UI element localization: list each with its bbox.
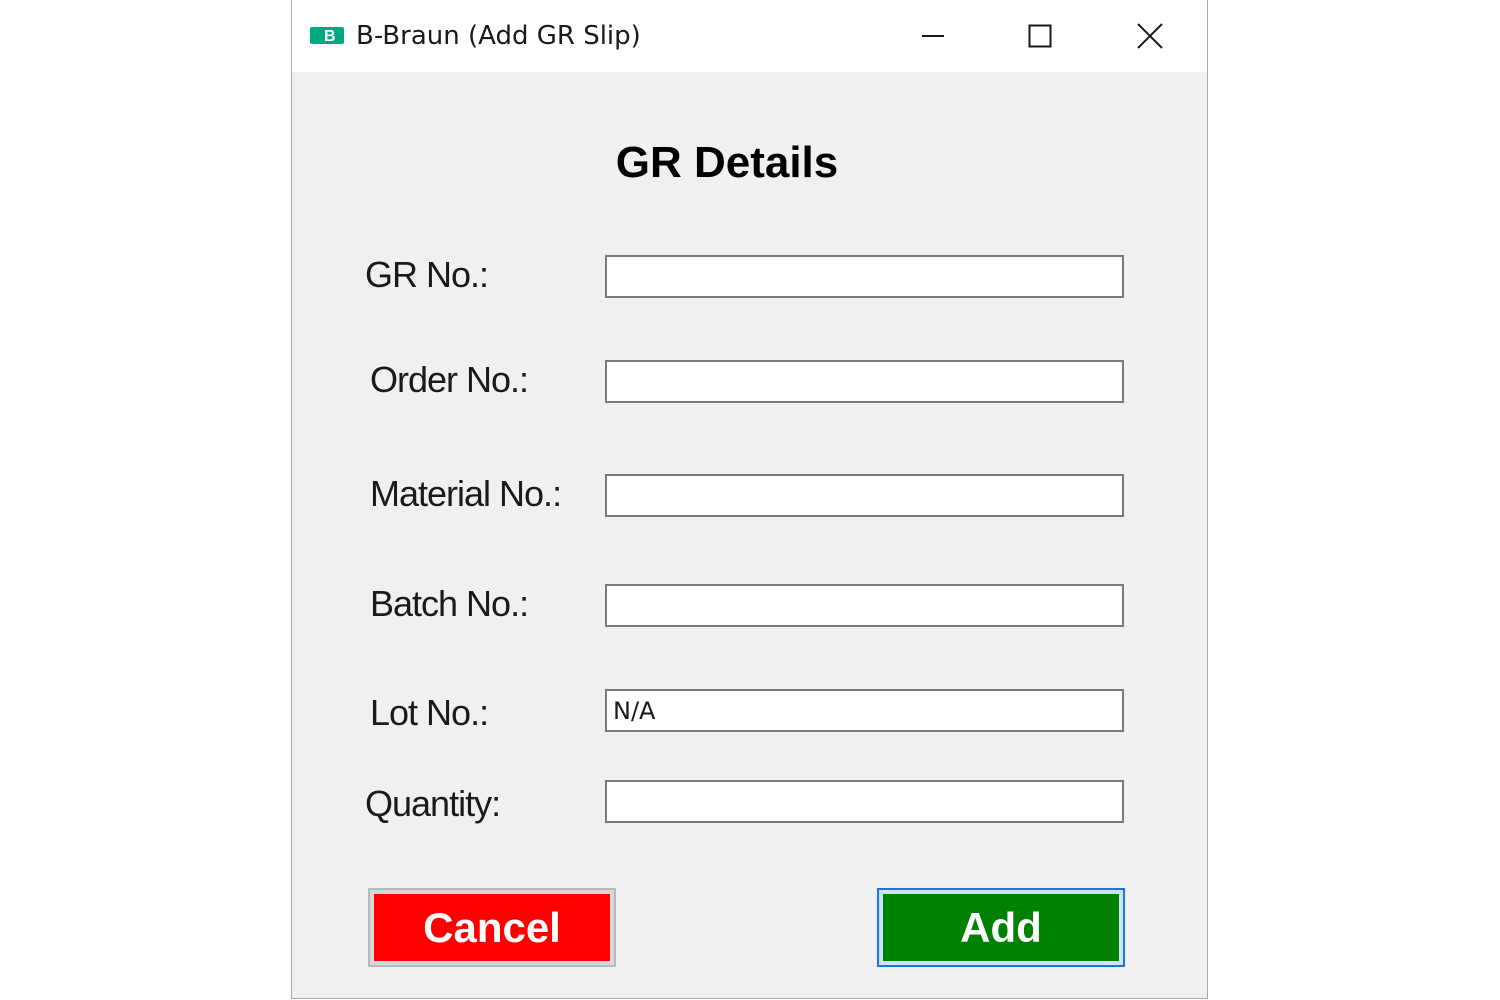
batch-no-label: Batch No.: xyxy=(370,583,529,624)
maximize-button[interactable] xyxy=(990,0,1090,72)
gr-no-label: GR No.: xyxy=(365,254,489,295)
window-title: B-Braun (Add GR Slip) xyxy=(356,21,641,51)
lot-no-field[interactable] xyxy=(605,689,1124,732)
gr-no-field[interactable] xyxy=(605,255,1124,298)
batch-no-field[interactable] xyxy=(605,584,1124,627)
quantity-field[interactable] xyxy=(605,780,1124,823)
maximize-icon xyxy=(1028,24,1052,48)
b-braun-logo-icon: B xyxy=(310,27,344,45)
close-icon xyxy=(1137,23,1163,49)
minimize-icon xyxy=(922,35,944,37)
order-no-label: Order No.: xyxy=(370,359,529,400)
material-no-field[interactable] xyxy=(605,474,1124,517)
cancel-button[interactable]: Cancel xyxy=(374,894,610,961)
material-no-label: Material No.: xyxy=(370,473,562,514)
form-heading: GR Details xyxy=(615,138,839,187)
add-button-frame: Add xyxy=(877,888,1125,967)
cancel-button-frame: Cancel xyxy=(368,888,616,967)
lot-no-label: Lot No.: xyxy=(370,692,489,733)
title-bar[interactable]: B B-Braun (Add GR Slip) xyxy=(292,0,1207,72)
svg-text:B: B xyxy=(324,28,336,44)
order-no-field[interactable] xyxy=(605,360,1124,403)
minimize-button[interactable] xyxy=(883,0,983,72)
close-button[interactable] xyxy=(1100,0,1200,72)
add-button[interactable]: Add xyxy=(883,894,1119,961)
add-gr-slip-window: B B-Braun (Add GR Slip) GR Details GR No… xyxy=(291,0,1208,999)
quantity-label: Quantity: xyxy=(365,783,501,824)
